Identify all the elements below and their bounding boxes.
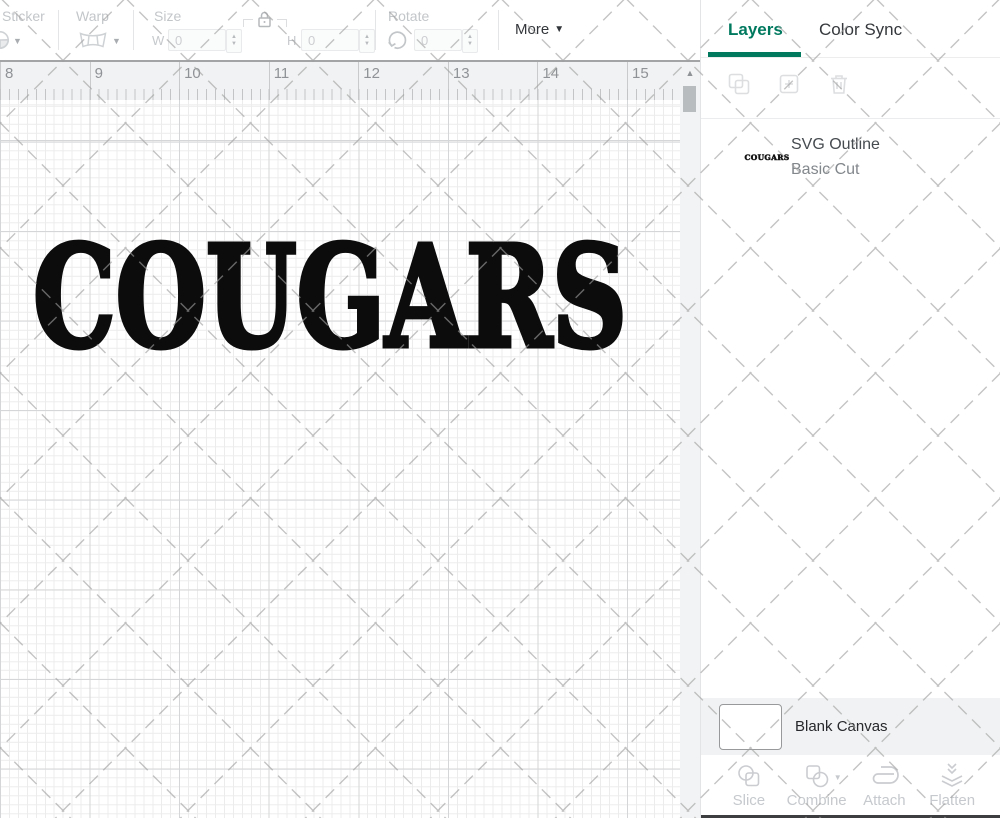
ruler-number: 12 xyxy=(363,65,380,82)
size-section-label: Size xyxy=(154,8,182,24)
stepper-up-icon[interactable]: ▲ xyxy=(231,34,237,41)
layers-panel: Layers Color Sync COUGARS SVG Outline Ba… xyxy=(700,0,1000,818)
size-link-bracket xyxy=(243,19,253,27)
cougars-design[interactable]: COUGARS xyxy=(30,214,632,383)
work-area: 8 9 10 11 12 13 14 15 COUGARS ▲ xyxy=(0,60,700,818)
flatten-label: Flatten xyxy=(929,791,976,809)
layer-item-svg-outline[interactable]: COUGARS SVG Outline Basic Cut xyxy=(701,126,1000,188)
more-caret-icon: ▼ xyxy=(554,24,565,35)
layer-tools-row xyxy=(701,57,1000,119)
layer-thumbnail-text: COUGARS xyxy=(744,152,790,162)
tab-layers[interactable]: Layers xyxy=(728,20,783,40)
more-label: More xyxy=(515,21,550,38)
top-toolbar: Sticker ▼ Warp ▼ Size W ▲ ▼ xyxy=(0,0,700,60)
height-axis-label: H xyxy=(287,33,297,48)
width-axis-label: W xyxy=(152,33,165,48)
slice-icon xyxy=(735,762,763,790)
sticker-caret-icon[interactable]: ▼ xyxy=(13,36,22,46)
toolbar-divider xyxy=(58,10,59,50)
combine-label: Combine xyxy=(786,791,847,809)
flatten-button[interactable]: Flatten xyxy=(918,755,986,815)
ruler-number: 15 xyxy=(632,65,649,82)
stepper-down-icon[interactable]: ▼ xyxy=(364,41,370,48)
width-input[interactable] xyxy=(168,29,226,51)
panel-tabbar: Layers Color Sync xyxy=(701,0,1000,58)
slice-label: Slice xyxy=(732,791,766,809)
size-link-bracket xyxy=(277,19,287,27)
toolbar-divider xyxy=(498,10,499,50)
scroll-up-icon[interactable]: ▲ xyxy=(680,68,700,78)
blank-canvas-row[interactable]: Blank Canvas xyxy=(701,698,1000,755)
height-stepper[interactable]: ▲ ▼ xyxy=(359,29,375,53)
group-icon[interactable] xyxy=(727,72,753,98)
ruler-minor-ticks xyxy=(0,89,680,100)
attach-button[interactable]: Attach xyxy=(851,755,919,815)
layer-subtitle: Basic Cut xyxy=(791,161,860,178)
combine-button[interactable]: ▼ Combine xyxy=(783,755,851,815)
add-layer-icon[interactable] xyxy=(777,72,803,98)
layer-title: SVG Outline xyxy=(791,136,880,153)
ruler-number: 9 xyxy=(94,65,103,82)
stepper-up-icon[interactable]: ▲ xyxy=(364,34,370,41)
toolbar-divider xyxy=(375,10,376,50)
layer-text-block: SVG Outline Basic Cut xyxy=(791,132,880,182)
toolbar-divider xyxy=(133,10,134,50)
more-button[interactable]: More ▼ xyxy=(515,21,564,38)
sticker-section-label: Sticker xyxy=(2,8,45,24)
ruler-number: 8 xyxy=(5,65,14,82)
ruler-number: 14 xyxy=(542,65,560,82)
rotate-input[interactable] xyxy=(414,29,462,51)
layer-thumbnail: COUGARS xyxy=(744,149,789,165)
height-input[interactable] xyxy=(301,29,359,51)
slice-button[interactable]: Slice xyxy=(715,755,783,815)
warp-icon[interactable] xyxy=(78,31,108,54)
blank-canvas-swatch[interactable] xyxy=(719,703,782,750)
attach-icon xyxy=(867,762,901,790)
rotate-section-label: Rotate xyxy=(388,8,430,24)
flatten-icon xyxy=(938,762,966,790)
stepper-down-icon[interactable]: ▼ xyxy=(231,41,237,48)
lock-icon[interactable] xyxy=(256,10,273,34)
vertical-scrollbar[interactable]: ▲ xyxy=(680,62,700,818)
delete-layer-icon[interactable] xyxy=(827,72,853,98)
scrollbar-thumb[interactable] xyxy=(683,86,696,112)
stepper-down-icon[interactable]: ▼ xyxy=(467,41,473,48)
combine-caret-icon: ▼ xyxy=(833,772,842,782)
stepper-up-icon[interactable]: ▲ xyxy=(467,34,473,41)
attach-label: Attach xyxy=(863,791,906,809)
warp-section-label: Warp xyxy=(76,8,109,24)
horizontal-ruler: 8 9 10 11 12 13 14 15 xyxy=(0,62,680,100)
tab-color-sync[interactable]: Color Sync xyxy=(819,20,902,40)
ruler-number: 10 xyxy=(184,65,201,82)
warp-caret-icon[interactable]: ▼ xyxy=(112,36,121,46)
design-text: COUGARS xyxy=(33,234,627,360)
combine-icon: ▼ xyxy=(803,762,842,790)
blank-canvas-label: Blank Canvas xyxy=(795,718,888,735)
rotate-icon[interactable] xyxy=(386,29,409,57)
design-canvas[interactable]: COUGARS xyxy=(0,100,680,818)
design-app-window: Sticker ▼ Warp ▼ Size W ▲ ▼ xyxy=(0,0,1000,818)
ruler-number: 11 xyxy=(273,65,290,82)
width-stepper[interactable]: ▲ ▼ xyxy=(226,29,242,53)
layer-actions-bar: Slice ▼ Combine Attach Flatten xyxy=(701,755,1000,815)
rotate-stepper[interactable]: ▲ ▼ xyxy=(462,29,478,53)
ruler-number: 13 xyxy=(452,65,470,82)
